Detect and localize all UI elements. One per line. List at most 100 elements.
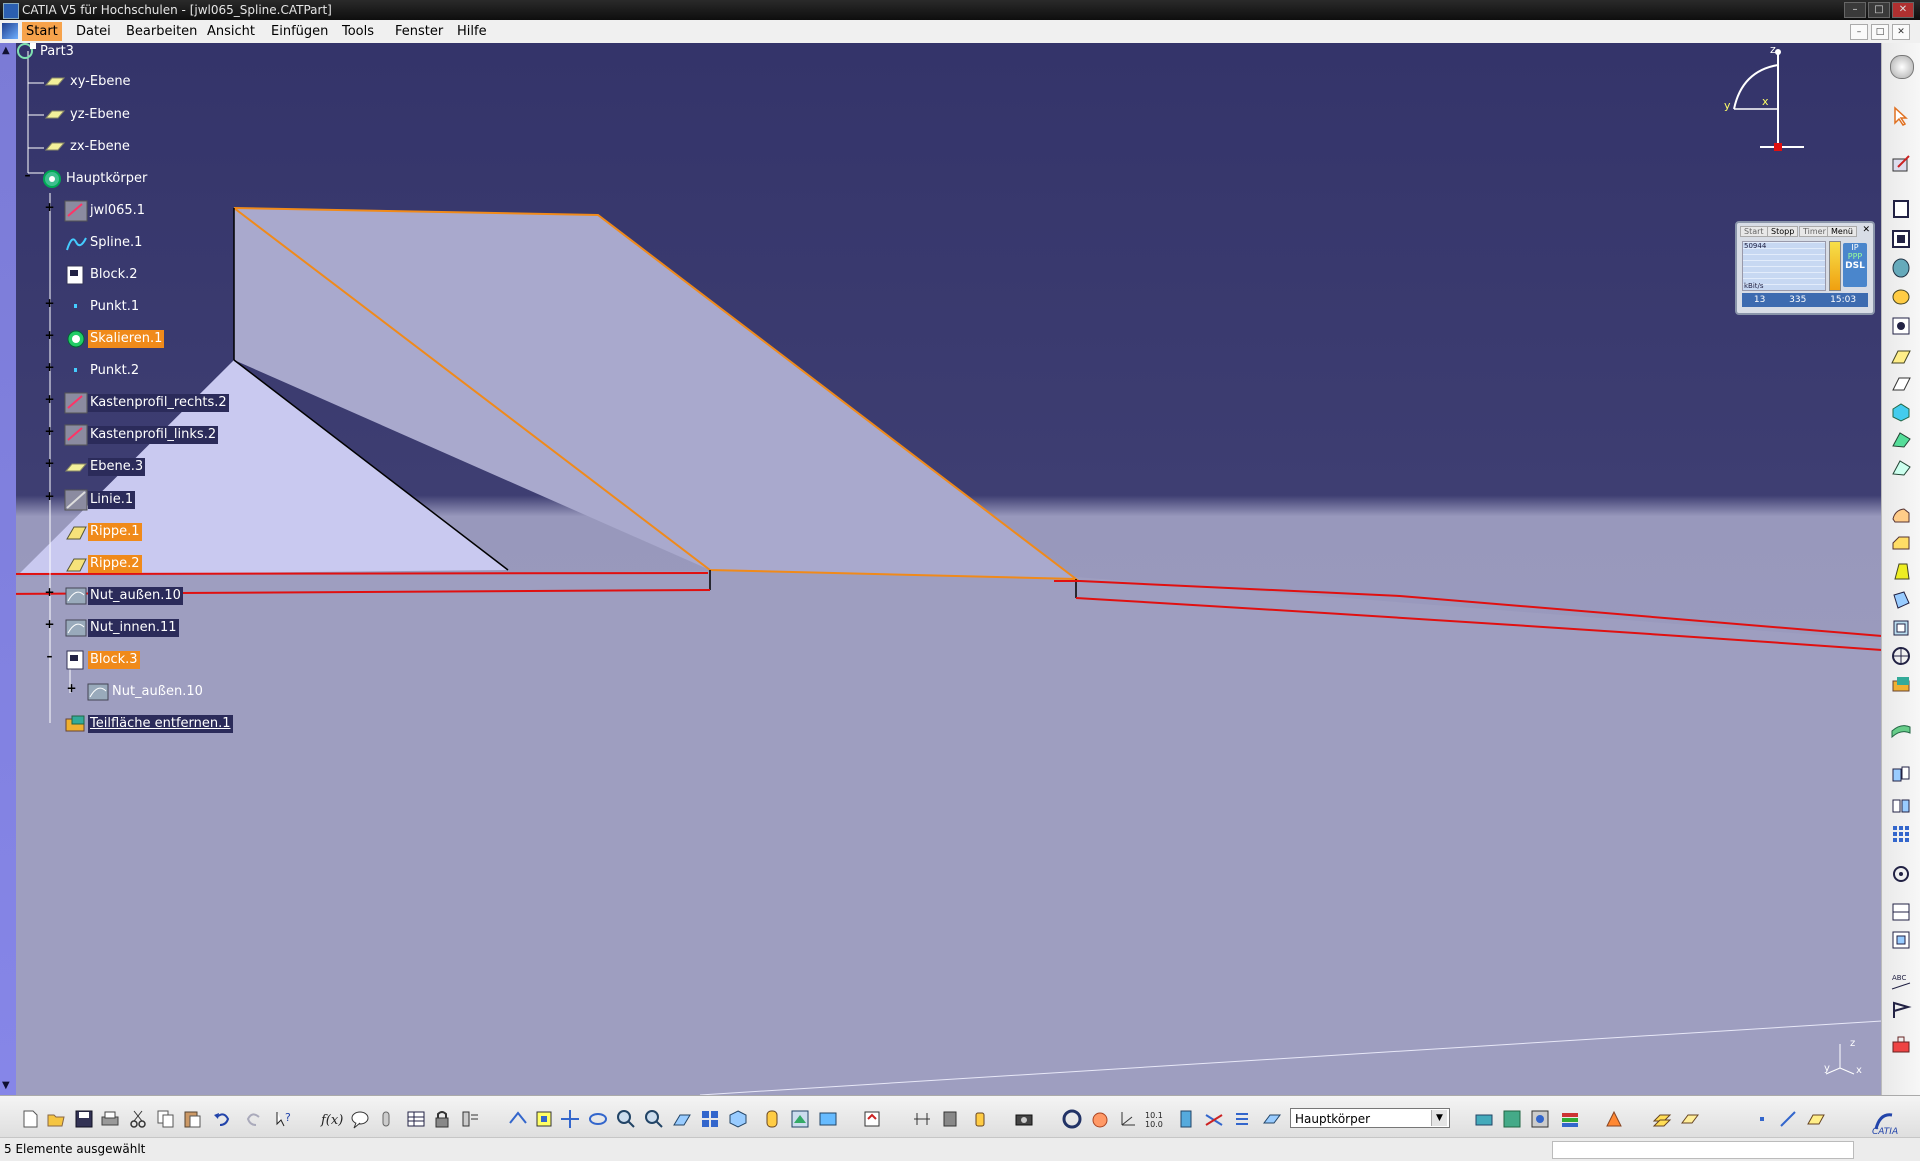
scroll-down-arrow-icon[interactable]: ▼ — [2, 1080, 10, 1091]
normal-view-icon[interactable] — [672, 1109, 692, 1129]
fly-mode-icon[interactable] — [508, 1109, 528, 1129]
mass-properties-icon[interactable] — [970, 1109, 990, 1129]
tree-node-nut-aussen[interactable]: Nut_außen.10 — [64, 586, 183, 606]
open-folder-icon[interactable] — [46, 1109, 66, 1129]
knowledge-icon[interactable] — [376, 1109, 396, 1129]
expand-icon[interactable]: + — [44, 329, 55, 341]
fillet-tool-icon[interactable] — [1890, 505, 1912, 527]
scale-tool-icon[interactable] — [1890, 863, 1912, 885]
sketch-analysis-icon[interactable] — [1474, 1109, 1494, 1129]
expand-icon[interactable]: + — [44, 425, 55, 437]
3d-viewport[interactable]: z y x z y x — [0, 43, 1882, 1095]
tree-node-linie1[interactable]: Linie.1 — [64, 489, 136, 511]
zoom-out-icon[interactable] — [644, 1109, 664, 1129]
tree-node-punkt1[interactable]: Punkt.1 — [64, 297, 141, 317]
pad-tool-icon[interactable] — [1890, 198, 1912, 220]
menu-tools[interactable]: Tools — [342, 24, 374, 39]
expand-icon[interactable]: + — [66, 682, 77, 694]
print-icon[interactable] — [100, 1109, 120, 1129]
dsl-tab-timer[interactable]: Timer — [1799, 226, 1830, 237]
tree-node-teilflaeche-entfernen[interactable]: Teilfläche entfernen.1 — [64, 714, 233, 734]
tree-node-ebene3[interactable]: Ebene.3 — [64, 457, 146, 477]
multi-view-icon[interactable] — [700, 1109, 720, 1129]
expand-icon[interactable]: + — [44, 586, 55, 598]
menu-hilfe[interactable]: Hilfe — [457, 24, 487, 39]
table-icon[interactable] — [406, 1109, 426, 1129]
update-icon[interactable] — [862, 1109, 882, 1129]
new-file-icon[interactable] — [20, 1109, 40, 1129]
analysis-tool-icon[interactable] — [1890, 929, 1912, 951]
maximize-button[interactable]: □ — [1868, 2, 1890, 18]
formula-icon[interactable]: f(x) — [320, 1109, 343, 1129]
tree-node-spline[interactable]: Spline.1 — [64, 233, 144, 253]
slot-tool-icon[interactable] — [1890, 373, 1912, 395]
dsl-close-icon[interactable]: ✕ — [1862, 225, 1870, 235]
collapse-icon[interactable]: – — [22, 169, 33, 181]
groove-tool-icon[interactable] — [1890, 286, 1912, 308]
tree-node-punkt2[interactable]: Punkt.2 — [64, 361, 141, 381]
material-tool-icon[interactable] — [1890, 1033, 1912, 1055]
whats-this-icon[interactable]: ? — [274, 1109, 294, 1129]
units-icon[interactable]: 10.1 10.0 — [1144, 1109, 1164, 1129]
dsl-tab-menu[interactable]: Menü — [1827, 226, 1857, 237]
sheet-metal-icon[interactable] — [1176, 1109, 1196, 1129]
tree-node-skalieren[interactable]: Skalieren.1 — [64, 329, 165, 349]
shading-icon[interactable] — [762, 1109, 782, 1129]
hole-tool-icon[interactable] — [1890, 315, 1912, 337]
tree-node-hauptkoerper[interactable]: Hauptkörper — [40, 169, 149, 189]
iso-view-icon[interactable] — [728, 1109, 748, 1129]
power-input-field[interactable] — [1552, 1141, 1854, 1159]
menu-ansicht[interactable]: Ansicht — [207, 24, 255, 39]
dsl-monitor-widget[interactable]: Start Stopp Timer Menü ✕ 50944 kBit/s IP… — [1735, 221, 1875, 315]
swap-visible-space-icon[interactable] — [818, 1109, 838, 1129]
loft-tool-icon[interactable] — [1890, 457, 1912, 479]
comment-icon[interactable] — [350, 1109, 370, 1129]
doc-restore-button[interactable]: □ — [1871, 24, 1889, 40]
line-tool-icon[interactable] — [1778, 1109, 1798, 1129]
hide-show-icon[interactable] — [790, 1109, 810, 1129]
plane-tool-icon[interactable] — [1806, 1109, 1826, 1129]
doc-minimize-button[interactable]: – — [1850, 24, 1868, 40]
expand-icon[interactable]: + — [44, 457, 55, 469]
fit-all-icon[interactable] — [534, 1109, 554, 1129]
tree-root[interactable]: Part3 — [14, 42, 76, 62]
surface-split-tool-icon[interactable] — [1890, 717, 1912, 739]
assemble-icon[interactable] — [1680, 1109, 1700, 1129]
chamfer-tool-icon[interactable] — [1890, 533, 1912, 555]
chevron-down-icon[interactable]: ▼ — [1431, 1110, 1447, 1126]
expand-icon[interactable]: + — [44, 490, 55, 502]
tree-node-rippe1[interactable]: Rippe.1 — [64, 522, 142, 542]
tree-node-nut-aussen-child[interactable]: Nut_außen.10 — [86, 682, 205, 702]
tree-node-nut-innen[interactable]: Nut_innen.11 — [64, 618, 179, 638]
select-arrow-icon[interactable] — [1890, 105, 1912, 127]
spin-icon[interactable] — [1062, 1109, 1082, 1129]
point-tool-icon[interactable] — [1752, 1109, 1772, 1129]
dsl-tab-start[interactable]: Start — [1740, 226, 1768, 237]
stiffener-tool-icon[interactable] — [1890, 429, 1912, 451]
expand-icon[interactable]: + — [44, 393, 55, 405]
close-button[interactable]: ✕ — [1892, 2, 1914, 18]
tree-node-yz-ebene[interactable]: yz-Ebene — [44, 105, 132, 125]
intersection-icon[interactable] — [1204, 1109, 1224, 1129]
tree-node-rippe2[interactable]: Rippe.2 — [64, 554, 142, 574]
menu-fenster[interactable]: Fenster — [395, 24, 443, 39]
dsl-tab-stopp[interactable]: Stopp — [1767, 226, 1799, 237]
tools-palette-icon[interactable] — [1502, 1109, 1522, 1129]
axis-system-icon[interactable] — [1118, 1109, 1138, 1129]
catia-logo-icon[interactable] — [2, 23, 18, 39]
doc-close-button[interactable]: ✕ — [1892, 24, 1910, 40]
annotation-tool-icon[interactable]: ABC — [1890, 971, 1912, 993]
menu-bearbeiten[interactable]: Bearbeiten — [126, 24, 197, 39]
tree-node-block3[interactable]: Block.3 — [64, 650, 140, 670]
minimize-button[interactable]: – — [1844, 2, 1866, 18]
body-selector-dropdown[interactable]: Hauptkörper ▼ — [1290, 1108, 1450, 1128]
pattern-tool-icon[interactable] — [1890, 823, 1912, 845]
pan-icon[interactable] — [560, 1109, 580, 1129]
menu-start[interactable]: Start — [22, 22, 62, 41]
layers-icon[interactable] — [1560, 1109, 1580, 1129]
multi-section-tool-icon[interactable] — [1890, 401, 1912, 423]
tree-node-kastenprofil-links[interactable]: Kastenprofil_links.2 — [64, 424, 219, 446]
tree-node-xy-ebene[interactable]: xy-Ebene — [44, 72, 133, 92]
expand-icon[interactable]: + — [44, 201, 55, 213]
capture-icon[interactable] — [1014, 1109, 1034, 1129]
